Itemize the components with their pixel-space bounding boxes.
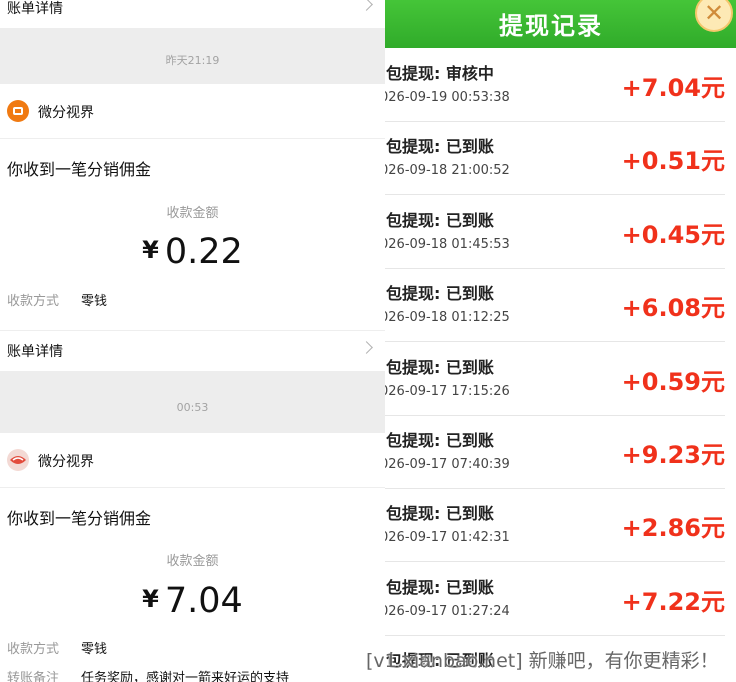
payment-card[interactable]: 微分视界 你收到一笔分销佣金 收款金额 ¥0.22 收款方式 零钱 账单详情 xyxy=(0,84,385,371)
record-date: 026-09-18 01:12:25 xyxy=(385,310,510,326)
amount-label: 收款金额 xyxy=(166,554,219,569)
record-title: I包提现: 已到账 xyxy=(385,357,494,377)
records-title: 提现记录 xyxy=(499,12,603,40)
record-date: 026-09-18 01:45:53 xyxy=(385,236,510,252)
withdraw-record-row[interactable]: I包提现: 已到账 026-09-17 07:40:39 +9.23元 xyxy=(385,415,725,489)
record-title: I包提现: 已到账 xyxy=(385,284,494,304)
app-name: 微分视界 xyxy=(38,105,94,121)
record-amount: +0.51元 xyxy=(621,147,725,176)
message-title: 你收到一笔分销佣金 xyxy=(7,160,152,179)
amount-number: 0.22 xyxy=(164,232,243,272)
close-button[interactable]: ✕ xyxy=(695,0,733,32)
withdraw-record-row[interactable]: I包提现: 已到账 026-09-17 01:42:31 +2.86元 xyxy=(385,488,725,563)
bill-detail-row[interactable]: 账单详情 xyxy=(0,0,385,28)
withdraw-records-panel: 提现记录 ✕ I包提现: 审核中 026-09-19 00:53:38 +7.04元… xyxy=(385,0,736,682)
records-header: 提现记录 xyxy=(385,0,736,48)
record-amount: +7.04元 xyxy=(621,74,725,102)
record-title: I包提现: 审核中 xyxy=(385,64,494,83)
field-value: 任务奖励，感谢对一箭来好运的支持 xyxy=(81,671,290,682)
record-date: 026-09-17 01:42:31 xyxy=(385,530,510,546)
currency-symbol: ¥ xyxy=(142,585,159,613)
message-timestamp: 00:53 xyxy=(176,401,209,414)
amount-value: ¥0.22 xyxy=(0,232,385,272)
record-title: I包提现: 已到账 xyxy=(385,210,494,230)
amount-value: ¥7.04 xyxy=(0,581,385,621)
field-value: 零钱 xyxy=(81,294,108,309)
app-header[interactable]: 微分视界 xyxy=(0,84,385,139)
record-title: I包提现: 已到账 xyxy=(385,577,494,597)
withdraw-record-row[interactable]: I包提现: 审核中 026-09-19 00:53:38 +7.04元 xyxy=(385,48,725,122)
bill-panel: 账单详情 昨天21:19 微分视界 你收到一笔分销佣金 收款金额 ¥0.22 收… xyxy=(0,0,385,682)
bill-detail-label: 账单详情 xyxy=(7,1,63,17)
currency-symbol: ¥ xyxy=(142,236,159,264)
message-title: 你收到一笔分销佣金 xyxy=(7,509,152,528)
withdraw-record-row[interactable]: I包提现: 已到账 026-09-18 01:45:53 +0.45元 xyxy=(385,195,725,269)
record-amount: +6.08元 xyxy=(621,294,725,323)
chevron-right-icon xyxy=(360,0,373,11)
transfer-note-field: 转账备注 任务奖励，感谢对一箭来好运的支持 xyxy=(7,667,289,682)
record-date: 026-09-17 17:15:26 xyxy=(385,383,510,399)
field-key: 收款方式 xyxy=(7,294,60,309)
record-amount: +2.86元 xyxy=(621,514,725,543)
chevron-right-icon xyxy=(360,341,373,354)
close-icon: ✕ xyxy=(703,0,725,27)
withdraw-record-row[interactable]: I包提现: 已到账 026-09-17 17:15:26 +0.59元 xyxy=(385,342,725,416)
withdraw-record-row[interactable]: I包提现: 已到账 026-09-18 01:12:25 +6.08元 xyxy=(385,268,725,343)
watermark-text: [v1.xianbao.net] 新赚吧，有你更精彩！ xyxy=(366,650,719,672)
record-date: 026-09-18 21:00:52 xyxy=(385,163,510,179)
withdraw-record-row[interactable]: I包提现: 已到账 026-09-18 21:00:52 +0.51元 xyxy=(385,121,725,196)
record-amount: +7.22元 xyxy=(621,587,725,616)
payment-method-field: 收款方式 零钱 xyxy=(7,638,107,657)
withdraw-record-row[interactable]: I包提现: 已到账 026-09-17 01:27:24 +7.22元 xyxy=(385,562,725,636)
record-date: 026-09-17 07:40:39 xyxy=(385,457,510,472)
field-key: 转账备注 xyxy=(7,671,60,682)
record-date: 026-09-17 01:27:24 xyxy=(385,603,510,619)
bill-detail-label: 账单详情 xyxy=(7,344,63,360)
payment-card[interactable]: 微分视界 你收到一笔分销佣金 收款金额 ¥7.04 收款方式 零钱 转账备注 任务奖… xyxy=(0,433,385,682)
record-amount: +0.45元 xyxy=(621,220,725,249)
app-logo-icon xyxy=(7,449,29,471)
amount-number: 7.04 xyxy=(164,581,243,621)
app-name: 微分视界 xyxy=(38,454,94,470)
record-amount: +9.23元 xyxy=(621,441,725,469)
app-logo-icon xyxy=(7,100,29,122)
bill-detail-row[interactable]: 账单详情 xyxy=(0,331,385,371)
field-key: 收款方式 xyxy=(7,642,60,657)
payment-method-field: 收款方式 零钱 xyxy=(7,290,107,309)
record-title: I包提现: 已到账 xyxy=(385,137,494,157)
record-date: 026-09-19 00:53:38 xyxy=(385,90,510,105)
message-timestamp: 昨天21:19 xyxy=(165,54,220,67)
app-header[interactable]: 微分视界 xyxy=(0,433,385,488)
record-title: I包提现: 已到账 xyxy=(385,431,494,450)
record-amount: +0.59元 xyxy=(621,367,725,396)
record-title: I包提现: 已到账 xyxy=(385,504,494,524)
field-value: 零钱 xyxy=(81,642,108,657)
amount-label: 收款金额 xyxy=(166,206,219,221)
